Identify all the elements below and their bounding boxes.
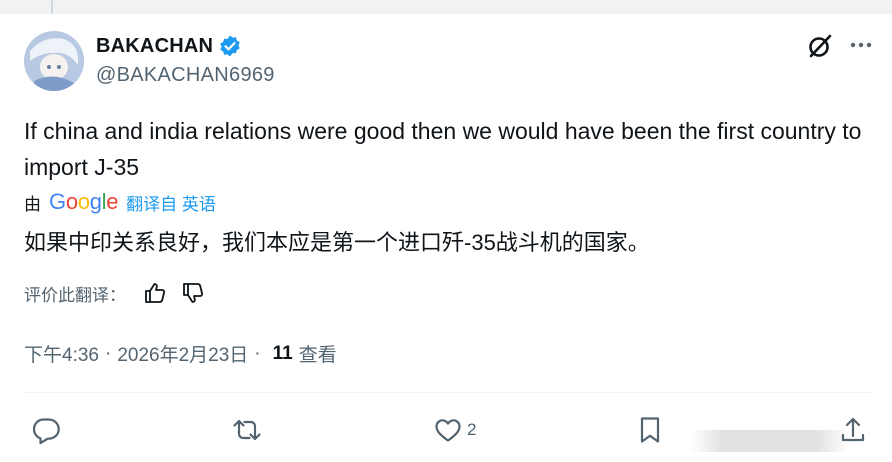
- thumbs-down-icon[interactable]: [180, 280, 206, 306]
- watermark-overlay: [690, 430, 850, 452]
- like-count: 2: [467, 420, 477, 439]
- thumbs-up-icon[interactable]: [142, 280, 168, 306]
- avatar[interactable]: [24, 31, 84, 91]
- rate-translation-row: 评价此翻译：: [24, 280, 218, 306]
- reply-button[interactable]: [31, 414, 65, 446]
- views-label: 查看: [298, 345, 337, 366]
- like-button[interactable]: 2: [433, 414, 476, 446]
- translated-from-link[interactable]: 翻译自 英语: [126, 190, 216, 215]
- tweet-time[interactable]: 下午4:36: [24, 340, 99, 367]
- bookmark-button[interactable]: [635, 414, 669, 446]
- meta-separator: ·: [254, 342, 261, 364]
- verified-badge-icon[interactable]: [218, 34, 242, 58]
- meta-separator: ·: [104, 342, 112, 364]
- rate-translation-label: 评价此翻译：: [24, 285, 126, 305]
- top-strip: [0, 0, 892, 14]
- views-count: 11: [272, 342, 293, 364]
- avatar-image: [24, 31, 84, 91]
- divider: [24, 392, 874, 393]
- author-handle[interactable]: @BAKACHAN6969: [96, 64, 275, 87]
- bookmark-icon: [640, 417, 660, 443]
- translated-by-label: 由: [24, 194, 41, 214]
- tweet-meta: 下午4:36 · 2026年2月23日 · 11 查看: [24, 340, 337, 367]
- share-button[interactable]: [838, 414, 868, 446]
- retweet-button[interactable]: [232, 414, 266, 446]
- retweet-icon: [233, 419, 261, 441]
- more-icon[interactable]: [848, 32, 874, 58]
- tweet-date[interactable]: 2026年2月23日: [117, 340, 248, 367]
- author-display-name[interactable]: BAKACHAN: [96, 35, 213, 58]
- share-icon: [841, 417, 865, 442]
- author-name-row: BAKACHAN: [96, 34, 242, 58]
- tweet-text: If china and india relations were good t…: [24, 118, 862, 180]
- google-logo: Google: [49, 189, 119, 214]
- reply-icon: [32, 418, 60, 445]
- thread-line: [51, 0, 53, 14]
- translation-attribution: 由 Google 翻译自 英语: [24, 189, 216, 215]
- grok-icon[interactable]: [806, 32, 834, 60]
- like-icon: [435, 419, 461, 442]
- translated-text: 如果中印关系良好，我们本应是第一个进口歼-35战斗机的国家。: [24, 230, 650, 255]
